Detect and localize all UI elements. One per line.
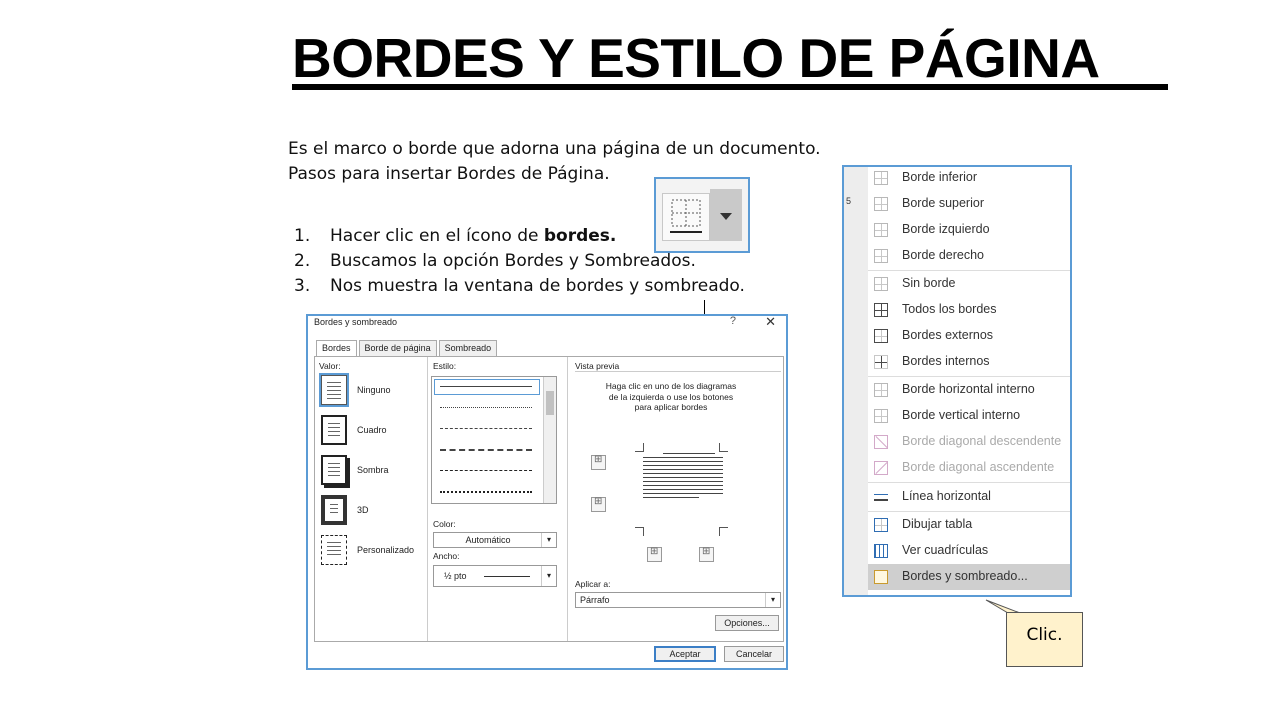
setting-sombra[interactable]: Sombra: [321, 455, 431, 485]
menu-item-borde-diagonal-descendente[interactable]: Borde diagonal descendente: [868, 429, 1070, 455]
dialog-tabs: Bordes Borde de página Sombreado: [316, 340, 499, 356]
style-selected: [434, 379, 540, 395]
help-icon[interactable]: ?: [730, 315, 736, 327]
borders-dropdown-menu: Borde inferior Borde superior Borde izqu…: [842, 165, 1072, 597]
border-bottom-icon: [874, 171, 888, 185]
aplicar-select[interactable]: Párrafo ▾: [575, 592, 781, 608]
setting-cuadro-icon: [321, 415, 347, 445]
bottom-border-button[interactable]: [591, 496, 606, 512]
top-border-button[interactable]: [591, 454, 606, 470]
border-left-icon: [874, 223, 888, 237]
menu-item-borde-horizontal-interno[interactable]: Borde horizontal interno: [868, 377, 1070, 403]
dialog-panel: Valor: Ninguno Cuadro Sombra 3D Personal…: [314, 356, 784, 642]
left-border-button[interactable]: [647, 546, 662, 562]
setting-sombra-icon: [321, 455, 347, 485]
color-select[interactable]: Automático ▾: [433, 532, 557, 548]
inside-horizontal-border-icon: [874, 383, 888, 397]
step-3: 3. Nos muestra la ventana de bordes y som…: [294, 276, 745, 296]
divider-2: [567, 357, 568, 641]
preview-page: [643, 453, 723, 501]
inside-borders-icon: [874, 355, 888, 369]
horizontal-line-icon: [874, 490, 888, 504]
tab-borde-de-pagina[interactable]: Borde de página: [358, 340, 437, 356]
menu-item-borde-derecho[interactable]: Borde derecho: [868, 243, 1070, 269]
diagonal-up-border-icon: [874, 461, 888, 475]
aceptar-button[interactable]: Aceptar: [654, 646, 716, 662]
aplicar-label: Aplicar a:: [575, 579, 611, 589]
color-label: Color:: [433, 519, 456, 529]
setting-3d-icon: [321, 495, 347, 525]
setting-personalizado-icon: [321, 535, 347, 565]
setting-ninguno-icon: [321, 375, 347, 405]
menu-item-bordes-y-sombreado[interactable]: Bordes y sombreado...: [868, 564, 1070, 590]
all-borders-icon: [874, 303, 888, 317]
estilo-label: Estilo:: [433, 361, 457, 371]
menu-item-ver-cuadriculas[interactable]: Ver cuadrículas: [868, 538, 1070, 564]
border-right-icon: [874, 249, 888, 263]
aplicar-value: Párrafo: [580, 595, 610, 605]
setting-3d-label: 3D: [357, 505, 369, 515]
divider-1: [427, 357, 428, 641]
setting-ninguno[interactable]: Ninguno: [321, 375, 431, 405]
ancho-value: ½ pto: [444, 571, 467, 581]
menu-item-linea-horizontal[interactable]: Línea horizontal: [868, 484, 1070, 510]
chevron-down-icon: ▾: [541, 566, 556, 586]
cancelar-button[interactable]: Cancelar: [724, 646, 784, 662]
intro-line-1: Es el marco o borde que adorna una págin…: [288, 139, 821, 159]
menu-item-borde-diagonal-ascendente[interactable]: Borde diagonal ascendente: [868, 455, 1070, 481]
chevron-down-icon: ▾: [765, 593, 780, 607]
inside-vertical-border-icon: [874, 409, 888, 423]
borders-shading-dialog: Bordes y sombreado ? ✕ Bordes Borde de p…: [306, 314, 788, 670]
style-scrollbar[interactable]: [543, 377, 556, 503]
valor-label: Valor:: [319, 361, 341, 371]
slide-title: BORDES Y ESTILO DE PÁGINA: [292, 27, 1100, 89]
view-gridlines-icon: [874, 544, 888, 558]
chevron-down-icon[interactable]: [710, 189, 742, 241]
menu-item-bordes-externos[interactable]: Bordes externos: [868, 323, 1070, 349]
setting-sombra-label: Sombra: [357, 465, 389, 475]
tab-bordes[interactable]: Bordes: [316, 340, 357, 356]
borders-button-screenshot[interactable]: [654, 177, 750, 253]
setting-cuadro-label: Cuadro: [357, 425, 387, 435]
title-underline: [292, 84, 1168, 90]
draw-table-icon: [874, 518, 888, 532]
vista-previa-label: Vista previa: [575, 361, 620, 371]
menu-item-sin-borde[interactable]: Sin borde: [868, 271, 1070, 297]
diagonal-down-border-icon: [874, 435, 888, 449]
setting-cuadro[interactable]: Cuadro: [321, 415, 431, 445]
menu-item-todos-los-bordes[interactable]: Todos los bordes: [868, 297, 1070, 323]
style-list[interactable]: [431, 376, 557, 504]
menu-item-bordes-internos[interactable]: Bordes internos: [868, 349, 1070, 375]
tab-sombreado[interactable]: Sombreado: [438, 340, 498, 356]
setting-personalizado[interactable]: Personalizado: [321, 535, 431, 565]
right-border-button[interactable]: [699, 546, 714, 562]
color-value: Automático: [465, 535, 511, 545]
borders-shading-icon: [874, 570, 888, 584]
menu-item-borde-izquierdo[interactable]: Borde izquierdo: [868, 217, 1070, 243]
menu-item-borde-vertical-interno[interactable]: Borde vertical interno: [868, 403, 1070, 429]
click-callout: Clic.: [1006, 612, 1083, 667]
ancho-select[interactable]: ½ pto ▾: [433, 565, 557, 587]
no-border-icon: [874, 277, 888, 291]
chevron-down-icon: ▾: [541, 533, 556, 547]
preview-instructions: Haga clic en uno de los diagramas de la …: [605, 381, 737, 412]
menu-item-borde-inferior[interactable]: Borde inferior: [868, 167, 1070, 191]
menu-item-dibujar-tabla[interactable]: Dibujar tabla: [868, 512, 1070, 538]
menu-item-borde-superior[interactable]: Borde superior: [868, 191, 1070, 217]
side-number: 5: [846, 196, 852, 206]
opciones-button[interactable]: Opciones...: [715, 615, 779, 631]
close-icon[interactable]: ✕: [765, 314, 776, 330]
setting-ninguno-label: Ninguno: [357, 385, 391, 395]
outside-borders-icon: [874, 329, 888, 343]
dialog-title: Bordes y sombreado: [314, 317, 398, 327]
ancho-label: Ancho:: [433, 551, 460, 561]
borders-grid-icon[interactable]: [662, 193, 710, 241]
setting-personalizado-label: Personalizado: [357, 545, 415, 555]
border-top-icon: [874, 197, 888, 211]
setting-3d[interactable]: 3D: [321, 495, 431, 525]
